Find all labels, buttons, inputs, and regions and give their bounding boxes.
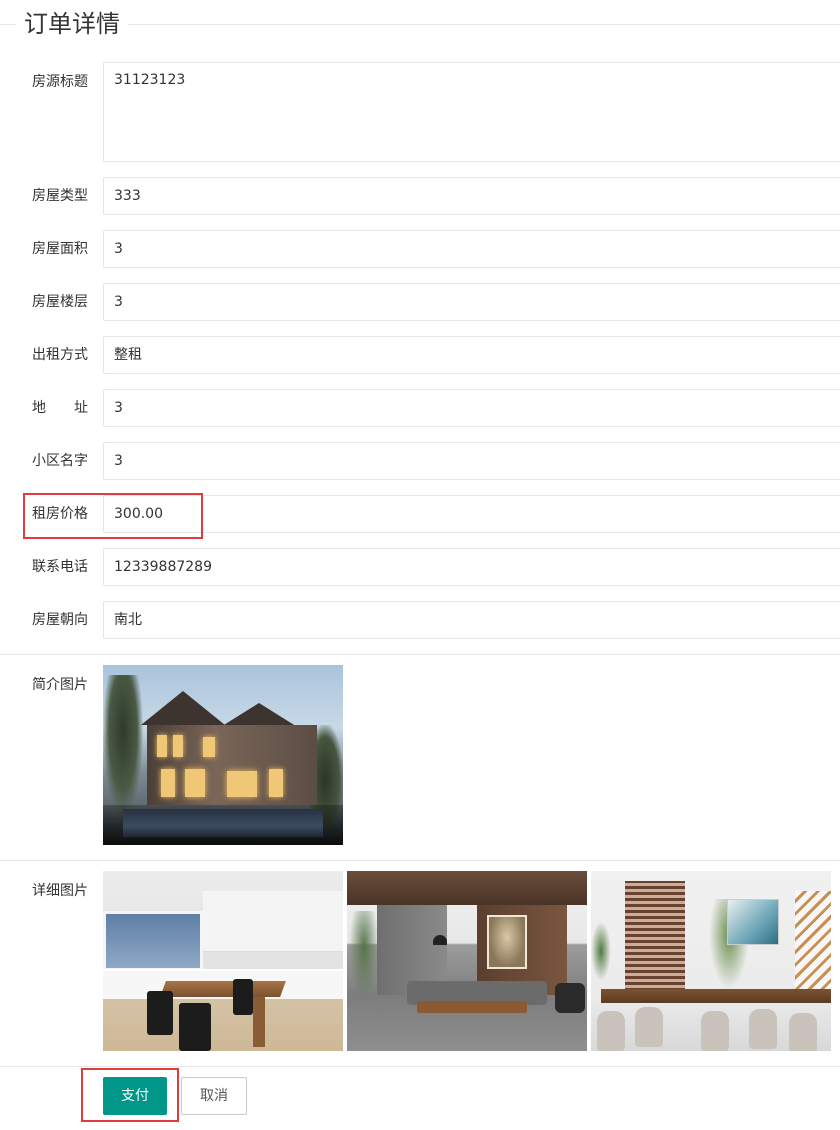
address-label-char-2: 址	[74, 400, 88, 416]
kitchen-photo	[103, 871, 343, 1051]
detail-image-label: 详细图片	[32, 883, 88, 899]
divider	[0, 860, 840, 861]
address-label: 地 址	[32, 398, 88, 418]
rent-mode-input[interactable]: 整租	[103, 336, 840, 374]
address-label-char-1: 地	[32, 400, 46, 416]
price-label: 租房价格	[32, 506, 88, 522]
villa-exterior-photo	[103, 665, 343, 845]
phone-label: 联系电话	[32, 559, 88, 575]
price-input[interactable]: 300.00	[103, 495, 840, 533]
area-label: 房屋面积	[32, 241, 88, 257]
living-room-photo	[347, 871, 587, 1051]
order-detail-page: 订单详情 房源标题 31123123 房屋类型 333 房屋面积 3 房屋楼层 …	[0, 0, 840, 1130]
orientation-label: 房屋朝向	[32, 612, 88, 628]
community-input[interactable]: 3	[103, 442, 840, 480]
dining-room-photo	[591, 871, 831, 1051]
cancel-button[interactable]: 取消	[181, 1077, 247, 1115]
area-input[interactable]: 3	[103, 230, 840, 268]
divider	[0, 1066, 840, 1067]
community-label: 小区名字	[32, 453, 88, 469]
house-type-input[interactable]: 333	[103, 177, 840, 215]
pay-button[interactable]: 支付	[103, 1077, 167, 1115]
address-input[interactable]: 3	[103, 389, 840, 427]
divider	[0, 654, 840, 655]
floor-label: 房屋楼层	[32, 294, 88, 310]
title-textarea[interactable]: 31123123	[103, 62, 840, 162]
floor-input[interactable]: 3	[103, 283, 840, 321]
page-title: 订单详情	[16, 6, 128, 42]
phone-input[interactable]: 12339887289	[103, 548, 840, 586]
title-label: 房源标题	[32, 74, 88, 90]
house-type-label: 房屋类型	[32, 188, 88, 204]
orientation-input[interactable]: 南北	[103, 601, 840, 639]
intro-image-label: 简介图片	[32, 677, 88, 693]
rent-mode-label: 出租方式	[32, 347, 88, 363]
